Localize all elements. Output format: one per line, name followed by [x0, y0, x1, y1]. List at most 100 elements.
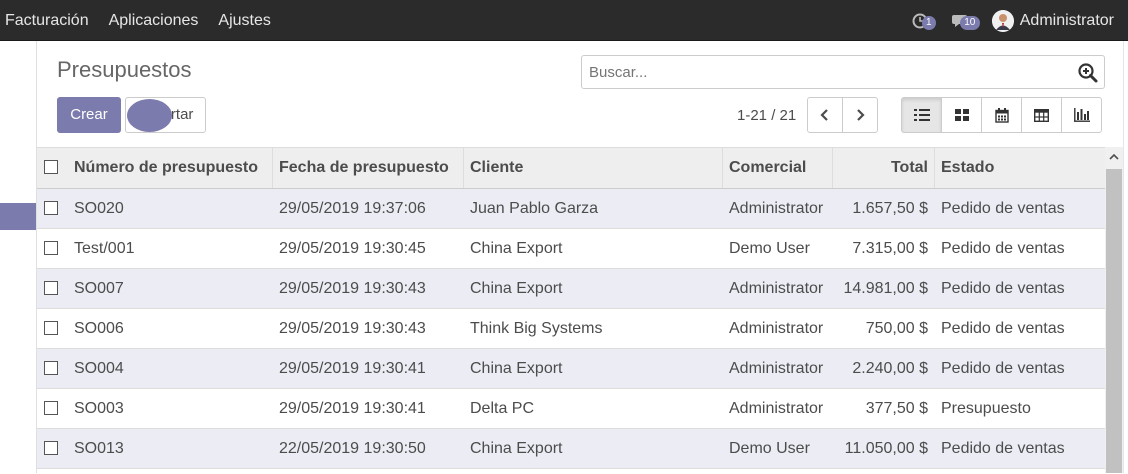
menu-item-ajustes[interactable]: Ajustes — [218, 12, 270, 30]
cell-status: Pedido de ventas — [941, 240, 1065, 257]
column-divider — [272, 148, 273, 188]
column-divider — [722, 148, 723, 188]
pager-previous-button[interactable] — [807, 97, 843, 133]
quotations-table: Número de presupuesto Fecha de presupues… — [37, 147, 1105, 474]
activity-menu[interactable]: 1 — [912, 11, 940, 31]
table-row[interactable]: Test/001 29/05/2019 19:30:45 China Expor… — [37, 229, 1105, 269]
cell-salesperson: Administrator — [729, 200, 824, 217]
cell-date: 29/05/2019 19:37:06 — [279, 200, 426, 217]
row-checkbox[interactable] — [44, 201, 58, 215]
cell-status: Pedido de ventas — [941, 280, 1065, 297]
page-title: Presupuestos — [57, 57, 192, 82]
cell-date: 29/05/2019 19:30:41 — [279, 400, 426, 417]
menu-item-aplicaciones[interactable]: Aplicaciones — [109, 12, 199, 30]
messages-menu[interactable]: 10 — [951, 11, 980, 31]
cell-number: SO013 — [74, 440, 124, 457]
cell-total: 2.240,00 $ — [852, 360, 928, 377]
cell-salesperson: Administrator — [729, 400, 824, 417]
touch-indicator — [127, 99, 172, 132]
create-button[interactable]: Crear — [57, 97, 121, 133]
cell-salesperson: Administrator — [729, 320, 824, 337]
graph-view-button[interactable] — [1061, 97, 1102, 133]
activity-count-badge: 1 — [921, 15, 936, 30]
scroll-up-button[interactable] — [1105, 147, 1123, 167]
navbar-systray: 1 10 Administrator — [912, 0, 1114, 41]
cell-number: SO004 — [74, 360, 124, 377]
window-edge — [1123, 41, 1128, 473]
cell-salesperson: Administrator — [729, 280, 824, 297]
chevron-up-icon — [1109, 153, 1119, 160]
cell-date: 22/05/2019 19:30:50 — [279, 440, 426, 457]
list-view-button[interactable] — [901, 97, 942, 133]
row-checkbox[interactable] — [44, 361, 58, 375]
column-header-client[interactable]: Cliente — [470, 148, 523, 188]
calendar-icon — [994, 107, 1009, 123]
cell-total: 14.981,00 $ — [843, 280, 928, 297]
cell-number: SO006 — [74, 320, 124, 337]
cell-status: Pedido de ventas — [941, 320, 1065, 337]
view-switcher — [901, 97, 1102, 133]
cell-date: 29/05/2019 19:30:43 — [279, 320, 426, 337]
cell-salesperson: Administrator — [729, 360, 824, 377]
select-all-checkbox[interactable] — [44, 160, 58, 174]
cell-client: China Export — [470, 440, 563, 457]
column-header-total[interactable]: Total — [833, 148, 928, 188]
kanban-view-button[interactable] — [941, 97, 982, 133]
column-header-number[interactable]: Número de presupuesto — [74, 148, 258, 188]
table-row[interactable]: SO013 22/05/2019 19:30:50 China Export D… — [37, 429, 1105, 469]
row-checkbox[interactable] — [44, 441, 58, 455]
row-checkbox[interactable] — [44, 321, 58, 335]
cell-number: Test/001 — [74, 240, 135, 257]
search-input[interactable] — [581, 55, 1105, 89]
cell-total: 377,50 $ — [865, 400, 928, 417]
cell-client: Juan Pablo Garza — [470, 200, 599, 217]
column-divider — [934, 148, 935, 188]
pager-next-button[interactable] — [842, 97, 878, 133]
cell-client: China Export — [470, 280, 563, 297]
table-row[interactable]: SO003 29/05/2019 19:30:41 Delta PC Admin… — [37, 389, 1105, 429]
menu-item-facturacion[interactable]: Facturación — [5, 12, 89, 30]
cell-date: 29/05/2019 19:30:43 — [279, 280, 426, 297]
search-button[interactable] — [1077, 62, 1099, 84]
table-header: Número de presupuesto Fecha de presupues… — [37, 148, 1105, 189]
cell-status: Pedido de ventas — [941, 440, 1065, 457]
cell-salesperson: Demo User — [729, 440, 810, 457]
vertical-scrollbar[interactable] — [1105, 147, 1123, 473]
table-row[interactable]: SO007 29/05/2019 19:30:43 China Export A… — [37, 269, 1105, 309]
pager-value[interactable]: 1-21 / 21 — [737, 107, 796, 124]
cell-status: Presupuesto — [941, 400, 1031, 417]
table-icon — [1034, 108, 1049, 122]
table-row[interactable]: SO004 29/05/2019 19:30:41 China Export A… — [37, 349, 1105, 389]
avatar-icon — [991, 9, 1014, 32]
pager-buttons — [807, 97, 878, 133]
column-divider — [463, 148, 464, 188]
table-row[interactable]: SO020 29/05/2019 19:37:06 Juan Pablo Gar… — [37, 189, 1105, 229]
cell-total: 1.657,50 $ — [852, 200, 928, 217]
table-row[interactable]: SO006 29/05/2019 19:30:43 Think Big Syst… — [37, 309, 1105, 349]
cell-client: Think Big Systems — [470, 320, 603, 337]
cell-client: Delta PC — [470, 400, 535, 417]
pivot-view-button[interactable] — [1021, 97, 1062, 133]
search-plus-icon — [1078, 63, 1098, 83]
cell-status: Pedido de ventas — [941, 360, 1065, 377]
user-name[interactable]: Administrator — [1020, 12, 1114, 30]
row-checkbox[interactable] — [44, 281, 58, 295]
row-checkbox[interactable] — [44, 241, 58, 255]
column-header-status[interactable]: Estado — [941, 148, 994, 188]
cell-number: SO007 — [74, 280, 124, 297]
scroll-thumb[interactable] — [1106, 169, 1122, 473]
calendar-view-button[interactable] — [981, 97, 1022, 133]
cell-client: China Export — [470, 360, 563, 377]
user-avatar[interactable] — [991, 9, 1014, 32]
cell-salesperson: Demo User — [729, 240, 810, 257]
list-icon — [913, 109, 930, 121]
row-checkbox[interactable] — [44, 401, 58, 415]
cell-date: 29/05/2019 19:30:41 — [279, 360, 426, 377]
kanban-icon — [954, 109, 969, 121]
cell-client: China Export — [470, 240, 563, 257]
column-header-date[interactable]: Fecha de presupuesto — [279, 148, 449, 188]
cell-number: SO003 — [74, 400, 124, 417]
column-header-salesperson[interactable]: Comercial — [729, 148, 806, 188]
bar-chart-icon — [1073, 108, 1090, 122]
top-navbar: Facturación Aplicaciones Ajustes 1 10 Ad… — [0, 0, 1128, 41]
